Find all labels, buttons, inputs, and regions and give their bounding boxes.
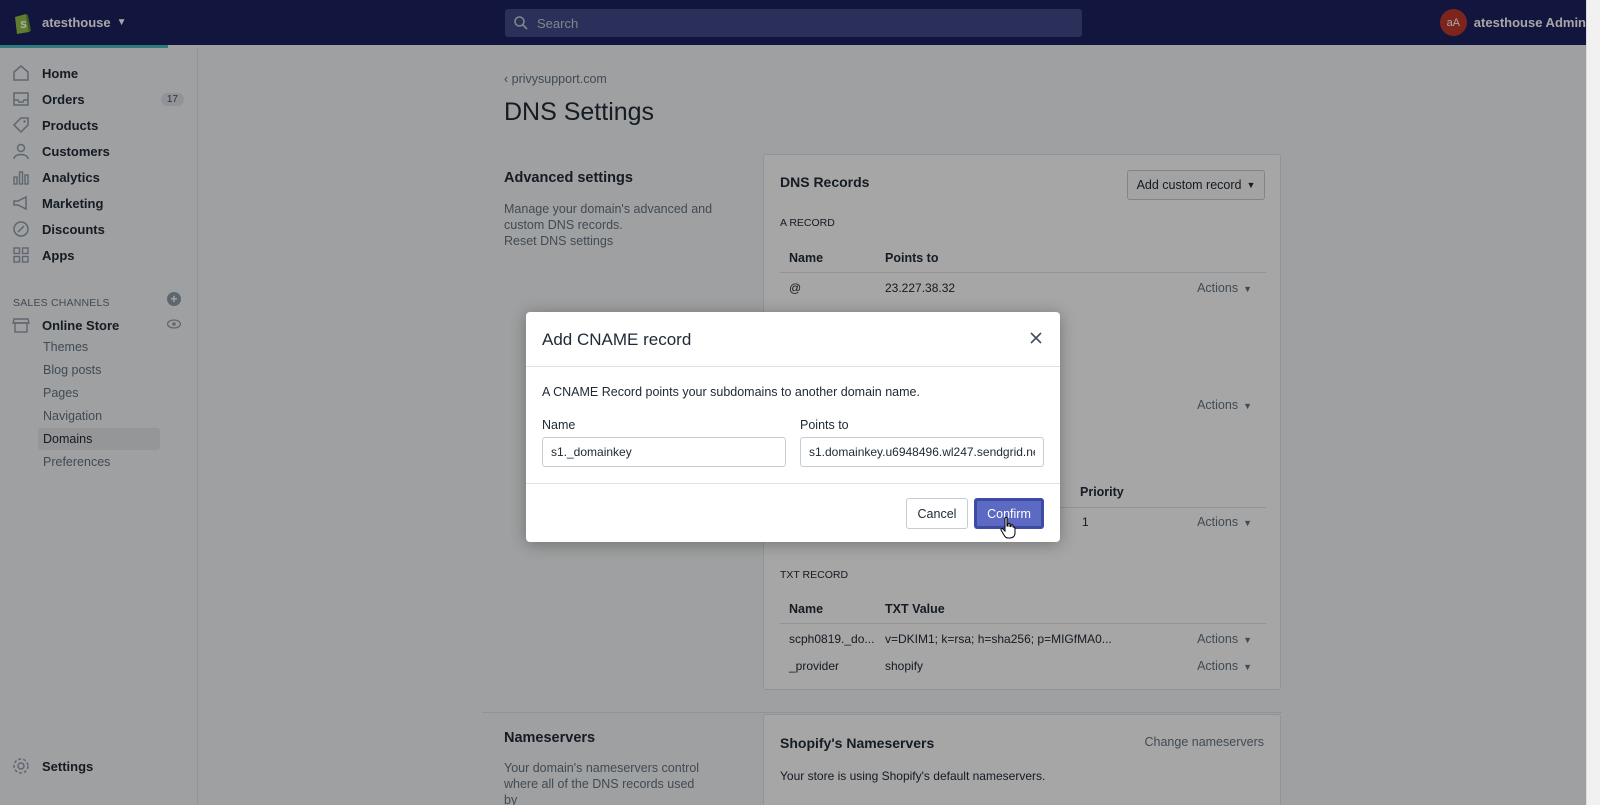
divider <box>526 483 1060 484</box>
name-field[interactable] <box>542 437 786 467</box>
points-to-field-label: Points to <box>800 418 849 432</box>
divider <box>526 366 1060 367</box>
close-icon[interactable] <box>1028 330 1044 346</box>
add-cname-modal: Add CNAME record A CNAME Record points y… <box>526 312 1060 542</box>
points-to-field[interactable] <box>800 437 1044 467</box>
name-field-label: Name <box>542 418 576 432</box>
scrollbar[interactable] <box>1586 0 1600 805</box>
modal-title: Add CNAME record <box>542 330 692 349</box>
modal-description: A CNAME Record points your subdomains to… <box>542 385 920 399</box>
mouse-cursor-icon <box>1000 517 1016 539</box>
cancel-button[interactable]: Cancel <box>906 498 968 529</box>
